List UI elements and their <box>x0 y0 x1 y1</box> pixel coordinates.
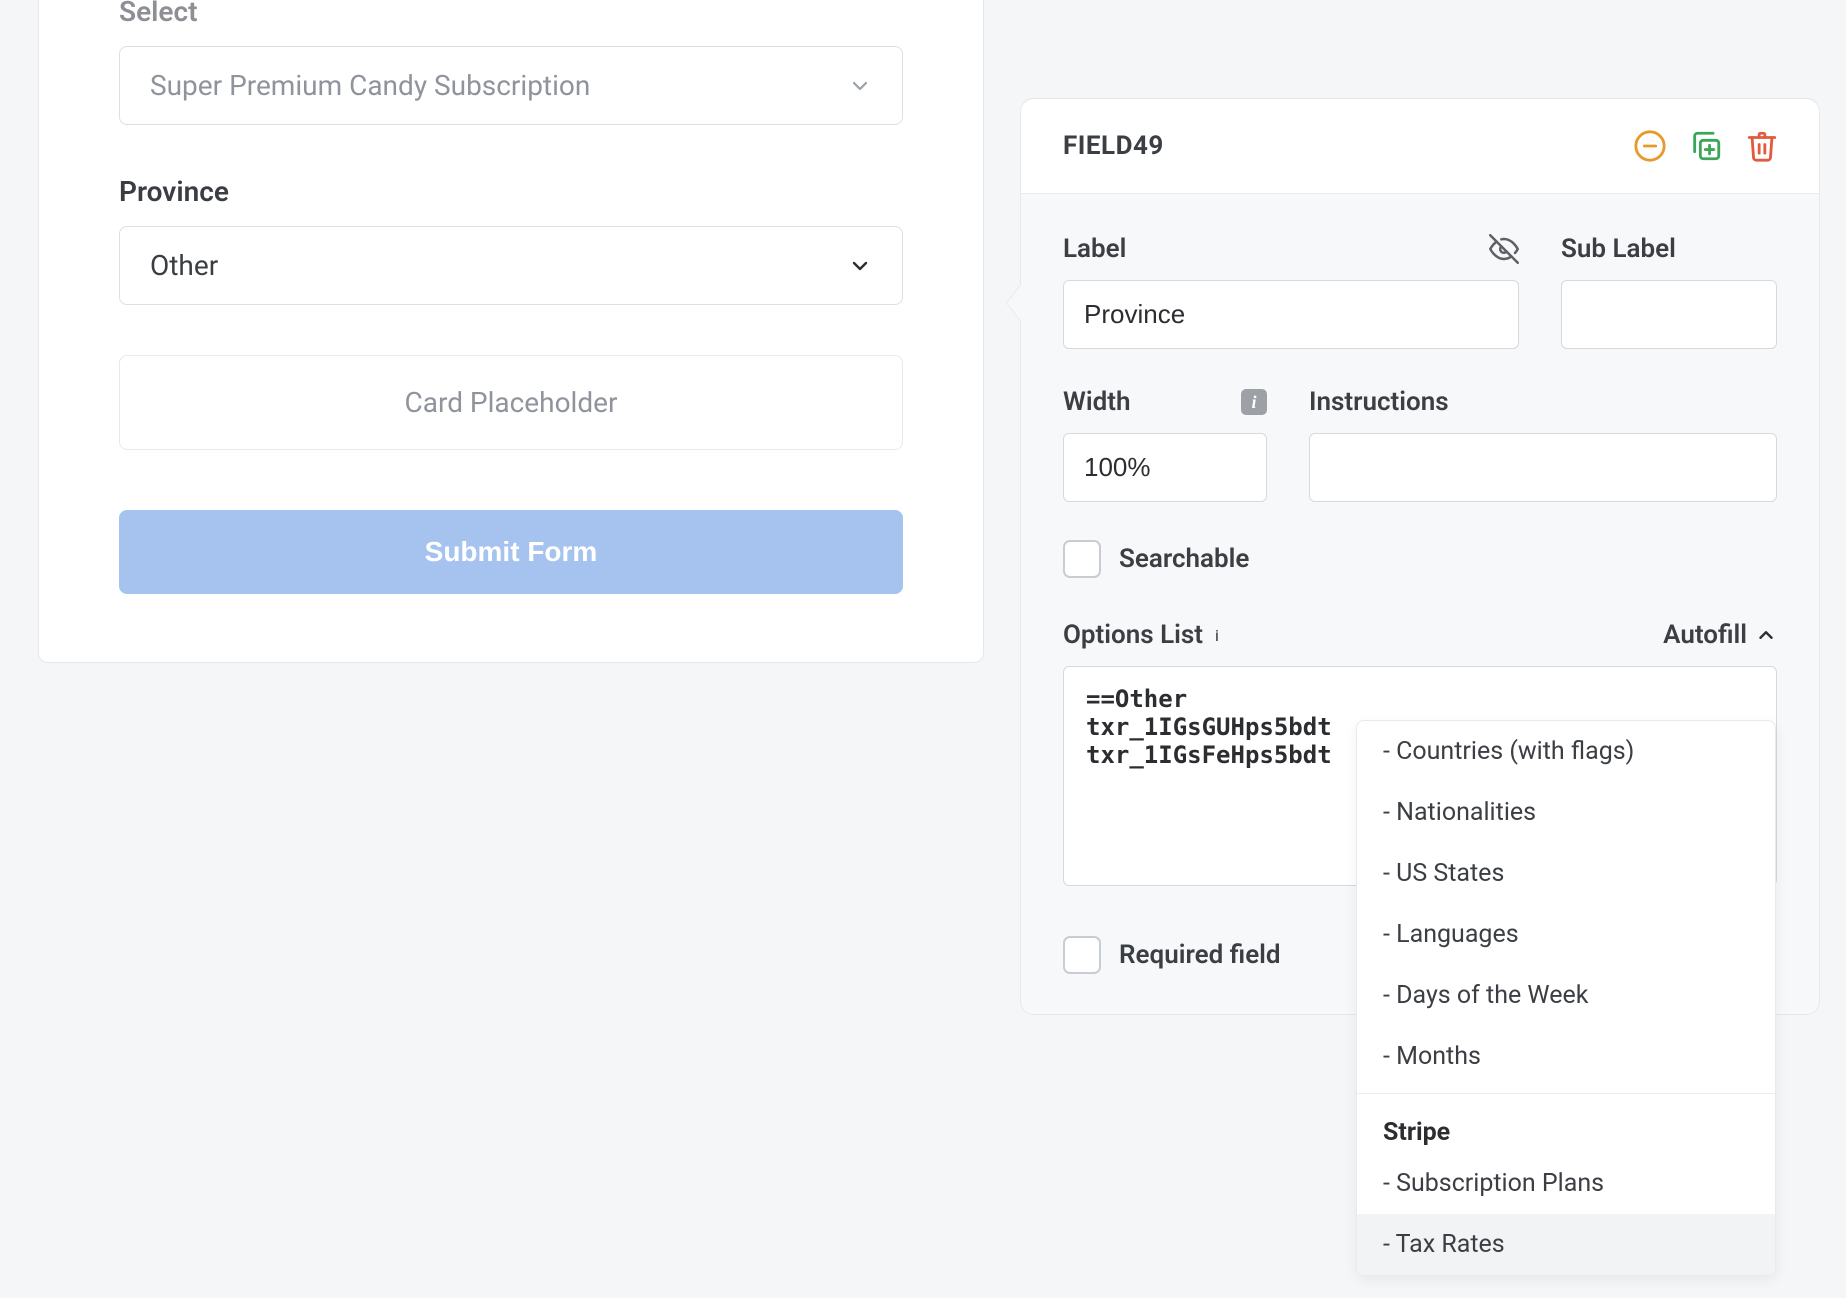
sublabel-title: Sub Label <box>1561 234 1777 264</box>
chevron-up-icon <box>1755 624 1777 646</box>
duplicate-icon[interactable] <box>1689 129 1723 163</box>
searchable-checkbox[interactable] <box>1063 540 1101 578</box>
dropdown-item-label: Tax Rates <box>1396 1230 1505 1259</box>
info-icon[interactable]: i <box>1241 389 1267 415</box>
card-placeholder: Card Placeholder <box>119 355 903 450</box>
dropdown-item-label: Subscription Plans <box>1396 1169 1604 1198</box>
dropdown-section-stripe: Stripe <box>1357 1100 1775 1153</box>
width-title-text: Width <box>1063 387 1130 417</box>
autofill-option-languages[interactable]: - Languages <box>1357 904 1775 965</box>
dropdown-item-label: Countries (with flags) <box>1396 737 1634 766</box>
instructions-title: Instructions <box>1309 387 1777 417</box>
instructions-input[interactable] <box>1309 433 1777 502</box>
dropdown-item-label: Nationalities <box>1396 798 1536 827</box>
dropdown-item-label: Languages <box>1396 920 1519 949</box>
options-header: Options List i Autofill <box>1063 620 1777 650</box>
info-icon[interactable]: i <box>1215 626 1219 645</box>
autofill-option-days[interactable]: - Days of the Week <box>1357 965 1775 1026</box>
required-label: Required field <box>1119 940 1281 970</box>
autofill-option-tax-rates[interactable]: - Tax Rates <box>1357 1214 1775 1275</box>
label-title-text: Label <box>1063 234 1126 264</box>
select-field[interactable]: Super Premium Candy Subscription <box>119 46 903 125</box>
eye-off-icon[interactable] <box>1489 234 1519 264</box>
dropdown-item-label: Days of the Week <box>1396 981 1588 1010</box>
sublabel-input[interactable] <box>1561 280 1777 349</box>
minimize-icon[interactable] <box>1633 129 1667 163</box>
panel-actions <box>1633 129 1779 163</box>
searchable-label: Searchable <box>1119 544 1249 574</box>
autofill-option-subscription-plans[interactable]: - Subscription Plans <box>1357 1153 1775 1214</box>
autofill-option-countries[interactable]: - Countries (with flags) <box>1357 721 1775 782</box>
dropdown-item-label: Months <box>1396 1042 1481 1071</box>
province-value: Other <box>150 249 218 282</box>
trash-icon[interactable] <box>1745 129 1779 163</box>
autofill-option-nationalities[interactable]: - Nationalities <box>1357 782 1775 843</box>
width-input[interactable] <box>1063 433 1267 502</box>
label-title: Label <box>1063 234 1519 264</box>
form-preview-card: Select Super Premium Candy Subscription … <box>38 0 984 663</box>
autofill-dropdown: - Countries (with flags) - Nationalities… <box>1356 720 1776 1276</box>
autofill-option-months[interactable]: - Months <box>1357 1026 1775 1087</box>
submit-button[interactable]: Submit Form <box>119 510 903 594</box>
autofill-toggle[interactable]: Autofill <box>1663 620 1777 650</box>
province-field-label: Province <box>119 175 903 208</box>
panel-pointer <box>1007 285 1021 321</box>
select-value: Super Premium Candy Subscription <box>150 69 590 102</box>
autofill-option-us-states[interactable]: - US States <box>1357 843 1775 904</box>
autofill-label: Autofill <box>1663 620 1747 650</box>
width-title: Width i <box>1063 387 1267 417</box>
select-field-label: Select <box>119 0 903 28</box>
panel-title: FIELD49 <box>1063 131 1164 161</box>
chevron-down-icon <box>848 74 872 98</box>
province-field[interactable]: Other <box>119 226 903 305</box>
panel-header: FIELD49 <box>1021 99 1819 194</box>
dropdown-item-label: US States <box>1396 859 1504 888</box>
dropdown-separator <box>1357 1093 1775 1094</box>
label-input[interactable] <box>1063 280 1519 349</box>
chevron-down-icon <box>848 254 872 278</box>
options-list-title: Options List <box>1063 620 1203 650</box>
required-checkbox[interactable] <box>1063 936 1101 974</box>
searchable-row[interactable]: Searchable <box>1063 540 1777 578</box>
